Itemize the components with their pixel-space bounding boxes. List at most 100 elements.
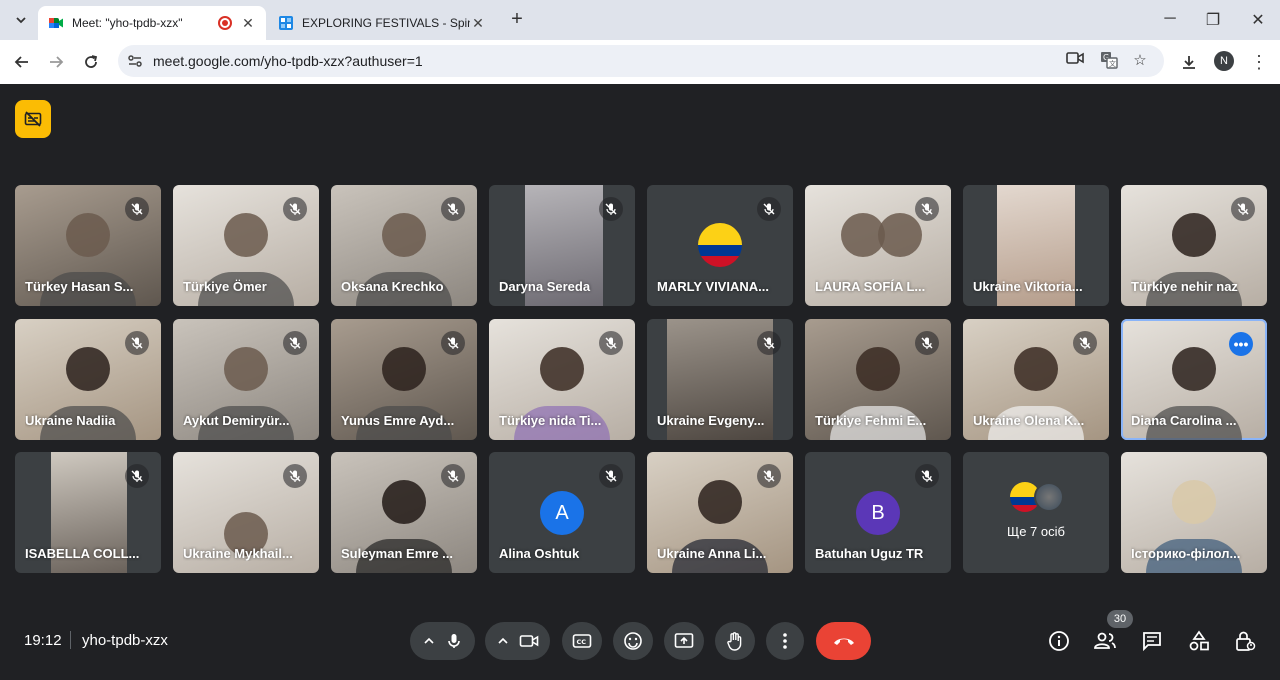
- microphone-icon[interactable]: [445, 632, 463, 650]
- participant-tile[interactable]: Yunus Emre Ayd...: [331, 318, 477, 440]
- back-button[interactable]: [10, 50, 34, 74]
- browser-tab-strip: Meet: "yho-tpdb-xzx" ✕ EXPLORING FESTIVA…: [0, 0, 1280, 40]
- participant-tile[interactable]: MARLY VIVIANA...: [647, 185, 793, 306]
- camera-in-use-icon[interactable]: [1064, 51, 1086, 69]
- more-options-button[interactable]: [766, 622, 804, 660]
- address-bar[interactable]: meet.google.com/yho-tpdb-xzx?authuser=1 …: [118, 45, 1164, 77]
- download-icon: [1183, 56, 1195, 69]
- more-options-icon[interactable]: •••: [1229, 331, 1253, 356]
- host-controls-button[interactable]: [1232, 628, 1258, 654]
- lock-person-icon: [1236, 631, 1256, 651]
- participant-video: [698, 480, 742, 524]
- svg-text:文: 文: [1109, 59, 1116, 68]
- chevron-up-icon[interactable]: [423, 635, 435, 647]
- google-meet-icon: [49, 18, 63, 28]
- participant-tile[interactable]: B Batuhan Uguz TR: [805, 452, 951, 573]
- participant-tile[interactable]: Ukraine Nadiia: [15, 318, 161, 440]
- participant-tile[interactable]: Türkiye nida Ti...: [489, 318, 635, 440]
- reactions-button[interactable]: [613, 622, 653, 660]
- download-button[interactable]: [1177, 50, 1201, 74]
- others-tile[interactable]: Ще 7 осіб: [963, 452, 1109, 573]
- present-screen-button[interactable]: [664, 622, 704, 660]
- participant-tile[interactable]: Aykut Demiryür...: [173, 318, 319, 440]
- tab-exploring-festivals[interactable]: EXPLORING FESTIVALS - Spin the whe ✕: [268, 6, 496, 40]
- svg-text:CC: CC: [577, 638, 587, 646]
- tab-search-button[interactable]: [8, 7, 34, 33]
- participant-tile[interactable]: Oksana Krechko: [331, 185, 477, 306]
- participant-name: Suleyman Emre ...: [341, 546, 453, 561]
- profile-avatar[interactable]: N: [1214, 51, 1234, 71]
- close-tab-icon[interactable]: ✕: [470, 15, 486, 32]
- participant-name: ISABELLA COLL...: [25, 546, 140, 561]
- participant-name: Історико-філол...: [1131, 546, 1241, 561]
- tab-title: Meet: "yho-tpdb-xzx": [72, 16, 183, 30]
- mic-off-icon: [599, 197, 623, 221]
- reload-icon: [85, 55, 98, 68]
- mic-off-icon: [915, 197, 939, 221]
- participant-tile[interactable]: Ukraine Mykhail...: [173, 452, 319, 573]
- participant-video: [1172, 346, 1216, 391]
- minimize-icon[interactable]: ─: [1160, 10, 1180, 28]
- leave-call-button[interactable]: [816, 622, 871, 660]
- participant-name: Ukraine Nadiia: [25, 412, 116, 428]
- mic-off-icon: [599, 330, 623, 355]
- reload-button[interactable]: [79, 50, 103, 74]
- closed-captions-icon: CC: [572, 634, 592, 648]
- raise-hand-button[interactable]: [715, 622, 755, 660]
- chat-button[interactable]: [1139, 628, 1165, 654]
- participant-tile[interactable]: A Alina Oshtuk: [489, 452, 635, 573]
- participant-grid: Türkey Hasan S... Türkiye Ömer Oksana Kr…: [15, 185, 1267, 573]
- people-button[interactable]: [1092, 628, 1118, 654]
- participant-tile[interactable]: Türkiye Ömer: [173, 185, 319, 306]
- participant-tile[interactable]: Ukraine Viktoria...: [963, 185, 1109, 306]
- participant-tile[interactable]: Ukraine Evgeny...: [647, 318, 793, 440]
- activities-button[interactable]: [1186, 628, 1212, 654]
- present-screen-icon: [674, 633, 694, 648]
- participant-name: Batuhan Uguz TR: [815, 546, 924, 561]
- participant-tile[interactable]: Türkiye Fehmi E...: [805, 318, 951, 440]
- restore-icon[interactable]: ❐: [1203, 10, 1223, 30]
- translate-icon[interactable]: G文: [1098, 51, 1120, 73]
- camera-control[interactable]: [485, 622, 550, 660]
- site-settings-icon[interactable]: [126, 52, 146, 70]
- participant-tile[interactable]: Suleyman Emre ...: [331, 452, 477, 573]
- participant-tile[interactable]: Türkiye nehir naz: [1121, 185, 1267, 306]
- participant-tile[interactable]: Історико-філол...: [1121, 452, 1267, 573]
- video-camera-icon[interactable]: [519, 633, 539, 649]
- mic-off-icon: [125, 197, 149, 221]
- microphone-control[interactable]: [410, 622, 475, 660]
- participant-tile[interactable]: ISABELLA COLL...: [15, 452, 161, 573]
- participant-name: Ukraine Olena K...: [973, 412, 1085, 428]
- mic-off-icon: [441, 330, 465, 355]
- participant-tile-active[interactable]: ••• Diana Carolina ...: [1121, 318, 1267, 440]
- captions-off-notice-button[interactable]: [15, 100, 51, 138]
- participant-name: Alina Oshtuk: [499, 546, 580, 561]
- mic-off-icon: [757, 464, 781, 488]
- close-tab-icon[interactable]: ✕: [240, 15, 256, 32]
- new-tab-button[interactable]: +: [506, 8, 528, 31]
- participant-tile[interactable]: LAURA SOFÍA L...: [805, 185, 951, 306]
- participant-tile[interactable]: Daryna Sereda: [489, 185, 635, 306]
- captions-button[interactable]: CC: [562, 622, 602, 660]
- mic-off-icon: [125, 330, 149, 355]
- participant-tile[interactable]: Türkey Hasan S...: [15, 185, 161, 306]
- participant-tile[interactable]: Ukraine Anna Li...: [647, 452, 793, 573]
- bookmark-star-icon[interactable]: ☆: [1129, 51, 1151, 69]
- participant-video: [1172, 213, 1216, 257]
- mic-off-icon: [283, 197, 307, 221]
- participant-name: Ukraine Anna Li...: [657, 546, 767, 561]
- avatar: B: [856, 491, 900, 535]
- browser-menu-icon[interactable]: ⋮: [1247, 50, 1271, 74]
- chevron-down-icon: [16, 17, 26, 24]
- participant-name: Türkiye nida Ti...: [499, 412, 602, 428]
- chevron-up-icon[interactable]: [497, 635, 509, 647]
- recording-icon: [218, 16, 232, 30]
- mic-off-icon: [915, 330, 939, 355]
- close-window-icon[interactable]: ✕: [1248, 10, 1268, 30]
- forward-button[interactable]: [44, 50, 68, 74]
- participant-video: [66, 346, 110, 391]
- mic-off-icon: [915, 464, 939, 488]
- tab-meet[interactable]: Meet: "yho-tpdb-xzx" ✕: [38, 6, 266, 40]
- meeting-details-button[interactable]: [1046, 628, 1072, 654]
- participant-tile[interactable]: Ukraine Olena K...: [963, 318, 1109, 440]
